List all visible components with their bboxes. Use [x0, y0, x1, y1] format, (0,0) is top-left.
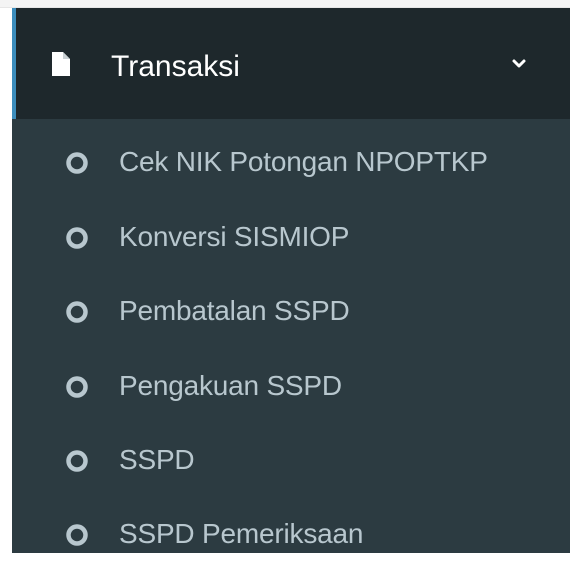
menu-item-label: SSPD Pemeriksaan: [119, 518, 364, 549]
menu-item-label: SSPD: [119, 444, 195, 475]
menu-item-cek-nik-potongan-npoptkp[interactable]: Cek NIK Potongan NPOPTKP: [12, 139, 570, 189]
top-strip: [0, 0, 570, 8]
circle-outline-icon: [66, 450, 88, 472]
menu-item-label: Pembatalan SSPD: [119, 295, 350, 326]
menu-item-pengakuan-sspd[interactable]: Pengakuan SSPD: [12, 363, 570, 413]
menu-item-label: Cek NIK Potongan NPOPTKP: [119, 146, 488, 177]
menu-section-transaksi[interactable]: Transaksi: [12, 8, 570, 119]
menu-item-sspd[interactable]: SSPD: [12, 437, 570, 487]
circle-outline-icon: [66, 227, 88, 249]
file-icon: [52, 52, 70, 76]
sidebar-menu: Transaksi Cek NIK Potongan NPOPTKP Konve…: [12, 8, 570, 553]
menu-item-konversi-sismiop[interactable]: Konversi SISMIOP: [12, 214, 570, 264]
menu-item-pembatalan-sspd[interactable]: Pembatalan SSPD: [12, 288, 570, 338]
circle-outline-icon: [66, 524, 88, 546]
circle-outline-icon: [66, 301, 88, 323]
menu-item-label: Konversi SISMIOP: [119, 221, 350, 252]
screenshot-stage: Transaksi Cek NIK Potongan NPOPTKP Konve…: [0, 0, 570, 563]
menu-item-label: Pengakuan SSPD: [119, 370, 342, 401]
menu-item-sspd-pemeriksaan[interactable]: SSPD Pemeriksaan: [12, 511, 570, 561]
circle-outline-icon: [66, 376, 88, 398]
chevron-down-icon[interactable]: [511, 57, 527, 71]
menu-section-label: Transaksi: [111, 50, 240, 83]
circle-outline-icon: [66, 152, 88, 174]
